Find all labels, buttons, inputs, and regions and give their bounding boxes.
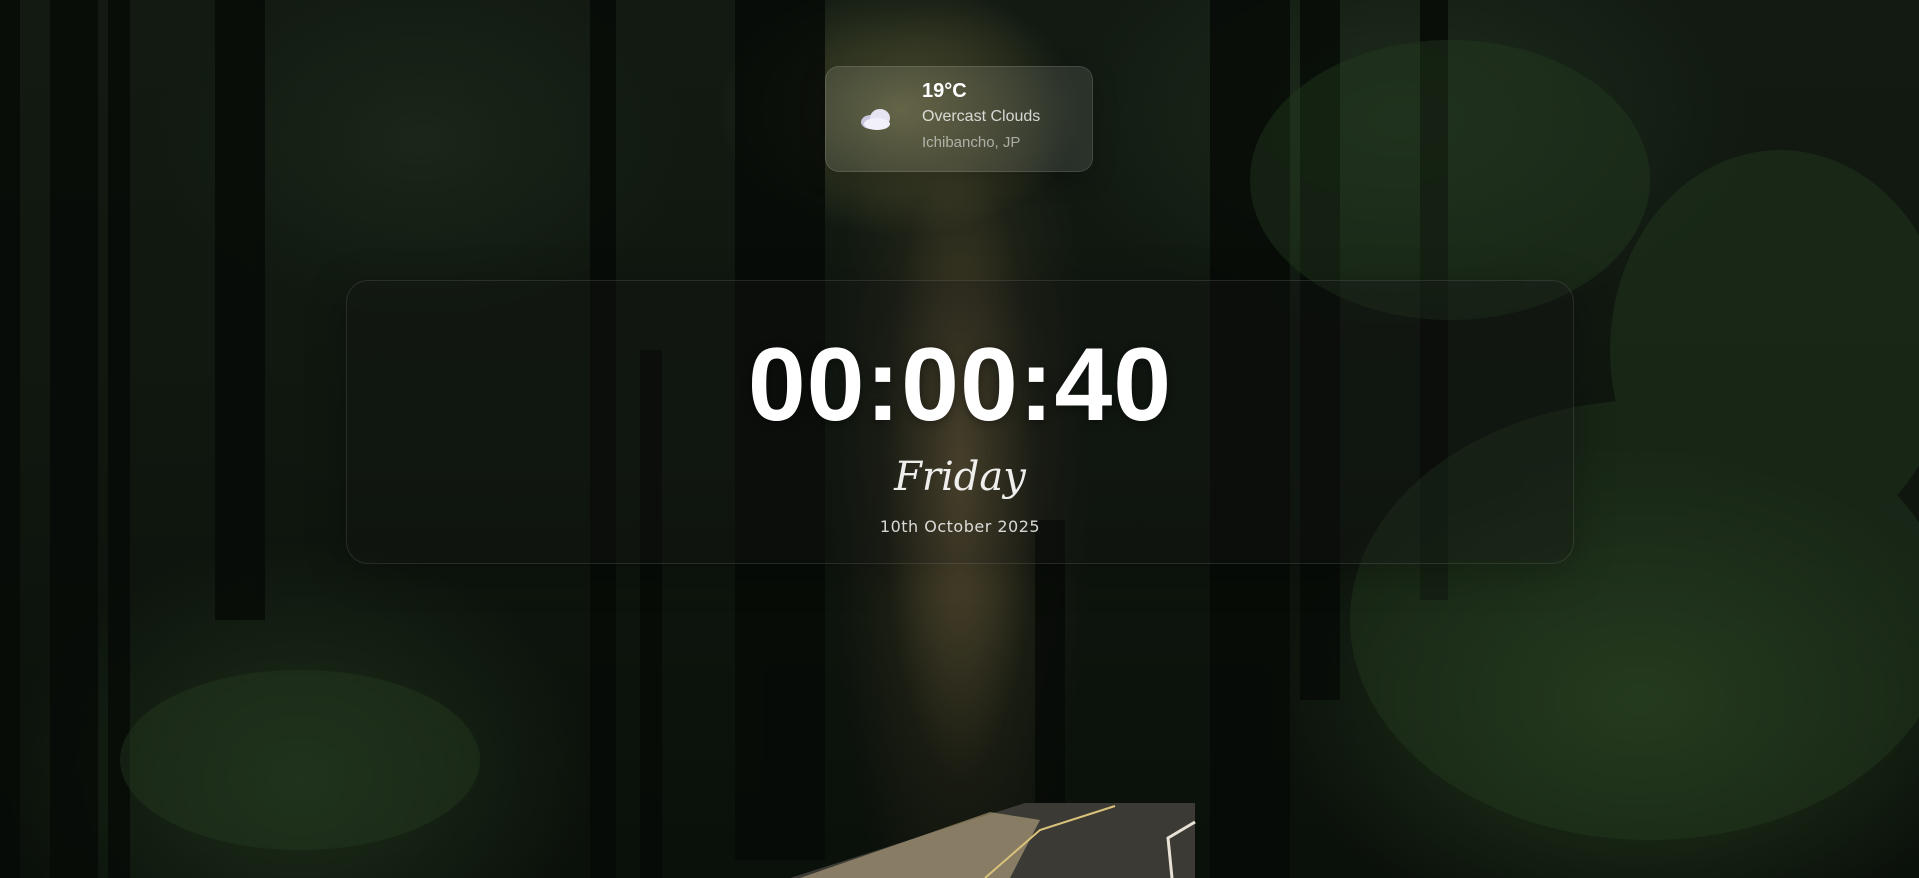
- clock-time: 00:00:40: [747, 327, 1173, 443]
- clock-widget: 00:00:40 Friday 10th October 2025: [346, 280, 1574, 564]
- clock-day: Friday: [894, 454, 1026, 500]
- weather-widget: 19°C Overcast Clouds Ichibancho, JP: [825, 66, 1093, 172]
- temperature: 19°C: [922, 80, 967, 102]
- weather-location: Ichibancho, JP: [922, 134, 1021, 151]
- weather-details: 19°C Overcast Clouds Ichibancho, JP: [922, 81, 1040, 150]
- dashboard-page: 19°C Overcast Clouds Ichibancho, JP 00:0…: [0, 0, 1919, 878]
- cloud-icon: [858, 105, 894, 131]
- clock-date: 10th October 2025: [879, 517, 1041, 536]
- weather-condition: Overcast Clouds: [922, 108, 1041, 125]
